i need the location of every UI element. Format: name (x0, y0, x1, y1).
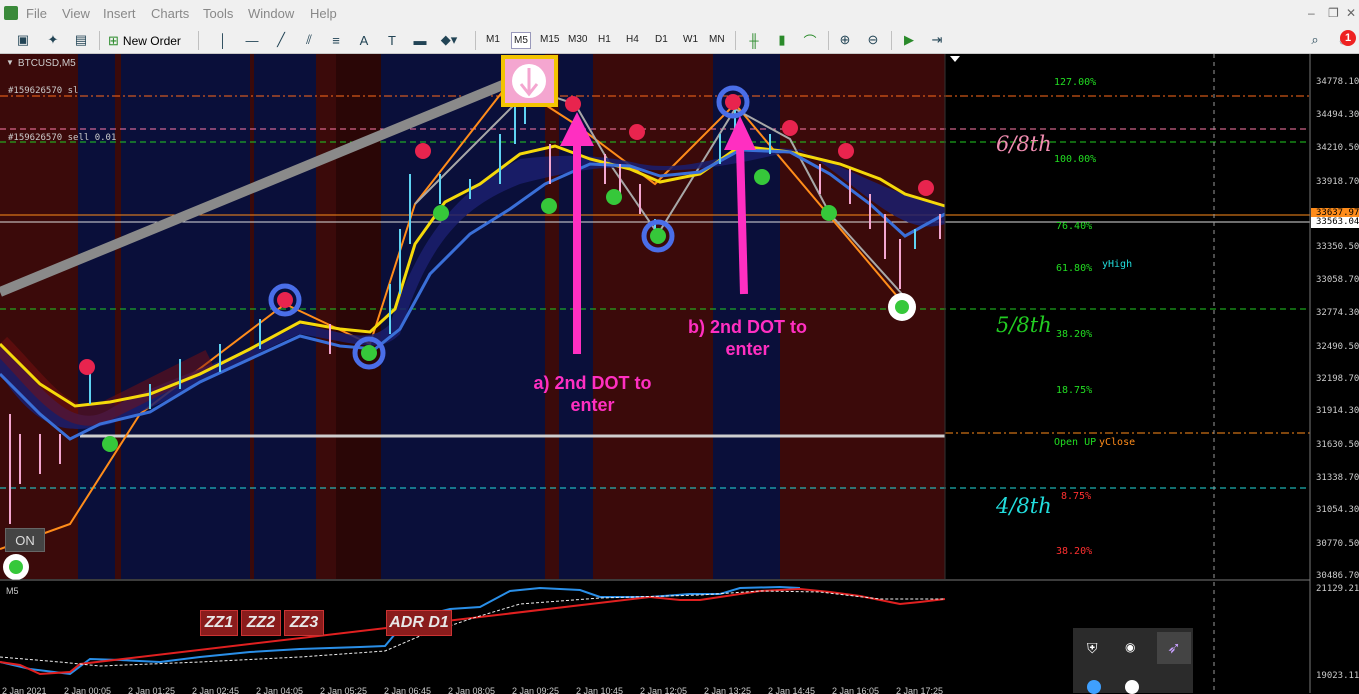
bar-chart-icon[interactable]: ╫ (745, 31, 763, 49)
app-tray-icon[interactable]: ◉ (1125, 640, 1141, 656)
price-tick: 34494.30 (1316, 110, 1359, 120)
price-tick: 33058.70 (1316, 275, 1359, 285)
close-icon[interactable]: ✕ (1346, 6, 1356, 20)
menu-window[interactable]: Window (248, 6, 294, 21)
order-sl-label: #159626570 sl (8, 86, 79, 96)
minimize-icon[interactable]: ‒ (1308, 6, 1315, 20)
ask-price: 33563.04 (1316, 217, 1359, 227)
chart-shift-icon[interactable]: ⇥ (928, 31, 946, 49)
yclose-label: yClose (1099, 437, 1136, 448)
menu-view[interactable]: View (62, 6, 90, 21)
price-tick: 34778.10 (1316, 77, 1359, 87)
channel-icon[interactable]: ⫽ (300, 31, 318, 49)
autoscroll-icon[interactable]: ▶ (900, 31, 918, 49)
new-chart-icon[interactable]: ▣ (14, 31, 32, 49)
fib-875: 8.75% (1061, 491, 1092, 502)
zz1-button[interactable]: ZZ1 (200, 610, 238, 636)
notification-badge: 1 (1340, 30, 1356, 46)
tf-m15[interactable]: M15 (540, 34, 559, 45)
feather-icon[interactable]: ➶ (1157, 632, 1191, 664)
search-icon[interactable]: ⌕ (1306, 31, 1324, 49)
text-label-icon[interactable]: T (383, 31, 401, 49)
market-watch-icon[interactable]: ▤ (72, 31, 90, 49)
price-tick: 33350.50 (1316, 242, 1359, 252)
murrey-4-8: 4/8th (996, 494, 1052, 518)
toolbar: ▣ ✦ ▤ ⊞ New Order │ — ╱ ⫽ ≡ A T ▬ ◆▾ M1 … (0, 28, 1359, 54)
fib-100: 100.00% (1054, 154, 1097, 165)
price-tick: 34210.50 (1316, 143, 1359, 153)
price-tick: 31630.50 (1316, 440, 1359, 450)
trendline-icon[interactable]: ╱ (272, 31, 290, 49)
yhigh-label: yHigh (1102, 259, 1133, 270)
price-chart-canvas[interactable] (0, 54, 1359, 693)
shield-icon[interactable]: ⛨ (1087, 640, 1103, 656)
sub-axis-bottom: 19023.115 (1316, 671, 1359, 681)
symbol-label: ▼ BTCUSD,M5 (6, 58, 76, 69)
annotation-b: b) 2nd DOT to enter (688, 317, 807, 359)
price-tick: 30770.50 (1316, 539, 1359, 549)
new-order-button[interactable]: ⊞ New Order (108, 31, 181, 50)
fib-382-low: 38.20% (1056, 546, 1093, 557)
menu-charts[interactable]: Charts (151, 6, 189, 21)
price-tick: 31914.30 (1316, 406, 1359, 416)
tf-m1[interactable]: M1 (486, 34, 500, 45)
adr-d1-button[interactable]: ADR D1 (386, 610, 452, 636)
zoom-out-icon[interactable]: ⊖ (864, 31, 882, 49)
menu-tools[interactable]: Tools (203, 6, 233, 21)
open-up-label: Open UP (1054, 437, 1097, 448)
cursor-icon[interactable]: │ (214, 31, 232, 49)
price-tick: 32490.50 (1316, 342, 1359, 352)
menu-bar: File View Insert Charts Tools Window Hel… (0, 0, 1359, 29)
tf-mn[interactable]: MN (709, 34, 725, 45)
text-icon[interactable]: A (355, 31, 373, 49)
price-tick: 33918.70 (1316, 177, 1359, 187)
fib-764: 76.40% (1056, 221, 1093, 232)
menu-help[interactable]: Help (310, 6, 337, 21)
fib-1875: 18.75% (1056, 385, 1093, 396)
price-tick: 31338.70 (1316, 473, 1359, 483)
zz3-button[interactable]: ZZ3 (284, 610, 324, 636)
sub-indicator-signal (0, 590, 945, 667)
menu-file[interactable]: File (26, 6, 47, 21)
fib-127: 127.00% (1054, 77, 1097, 88)
annotation-a: a) 2nd DOT to enter (533, 373, 652, 415)
tf-d1[interactable]: D1 (655, 34, 668, 45)
fib-382: 38.20% (1056, 329, 1093, 340)
horizontal-line-icon[interactable]: — (243, 31, 261, 49)
shapes-dropdown-icon[interactable]: ◆▾ (440, 31, 458, 49)
cloud-icon[interactable] (1087, 680, 1101, 694)
ghost-icon[interactable] (1125, 680, 1139, 694)
tf-h4[interactable]: H4 (626, 34, 639, 45)
on-button[interactable]: ON (5, 528, 45, 552)
price-tick: 30486.70 (1316, 571, 1359, 581)
fibonacci-icon[interactable]: ≡ (327, 31, 345, 49)
price-tick: 32774.30 (1316, 308, 1359, 318)
fib-618: 61.80% (1056, 263, 1093, 274)
tf-m5[interactable]: M5 (511, 32, 531, 49)
indicator-window-label: M5 (6, 586, 19, 596)
zoom-in-icon[interactable]: ⊕ (836, 31, 854, 49)
tf-m30[interactable]: M30 (568, 34, 587, 45)
murrey-6-8: 6/8th (996, 132, 1052, 156)
new-order-icon: ⊞ (108, 32, 119, 48)
system-tray-overflow: ⛨ ◉ ➶ (1073, 628, 1193, 694)
menu-insert[interactable]: Insert (103, 6, 136, 21)
profiles-icon[interactable]: ✦ (44, 31, 62, 49)
price-tick: 32198.70 (1316, 374, 1359, 384)
tf-w1[interactable]: W1 (683, 34, 698, 45)
tf-h1[interactable]: H1 (598, 34, 611, 45)
line-chart-icon[interactable]: ⌒ (801, 31, 819, 49)
zz2-button[interactable]: ZZ2 (241, 610, 281, 636)
sub-axis-top: 21129.215 (1316, 584, 1359, 594)
order-sell-label: #159626570 sell 0.01 (8, 133, 117, 143)
rectangle-icon[interactable]: ▬ (411, 31, 429, 49)
app-logo-icon (4, 6, 18, 20)
candlestick-icon[interactable]: ▮ (773, 31, 791, 49)
chart-window[interactable]: ▼ BTCUSD,M5 #159626570 sl #159626570 sell… (0, 54, 1359, 694)
price-tick: 31054.30 (1316, 505, 1359, 515)
new-order-label: New Order (122, 33, 181, 48)
murrey-5-8: 5/8th (996, 313, 1052, 337)
restore-icon[interactable]: ❐ (1328, 6, 1339, 20)
